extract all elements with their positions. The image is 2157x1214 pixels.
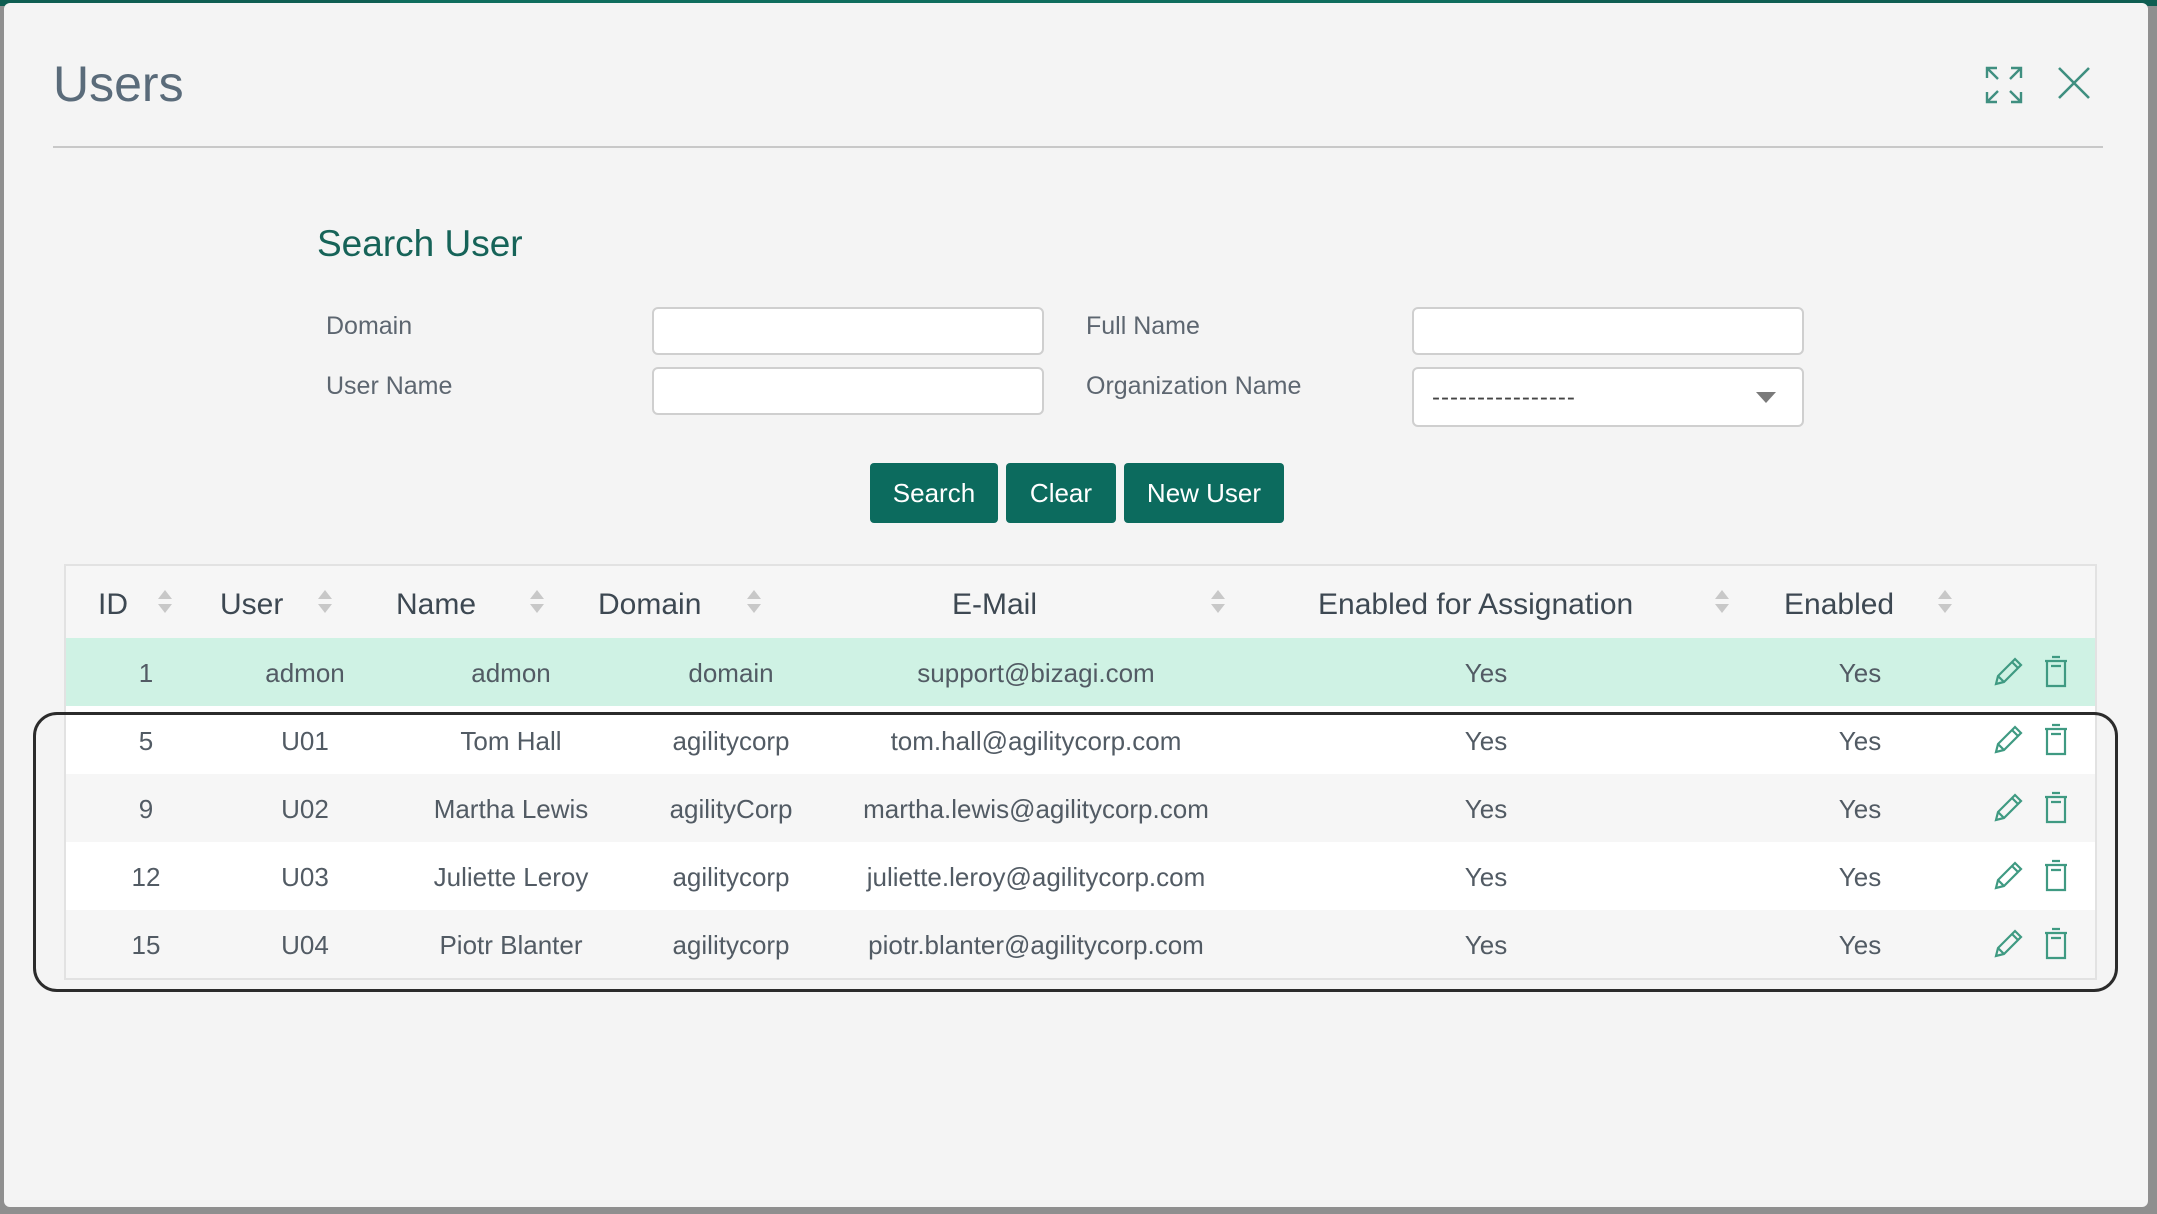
delete-trash-icon[interactable] (2038, 654, 2074, 690)
cell-name: admon (471, 658, 551, 688)
cell-id: 5 (138, 726, 154, 756)
username-label: User Name (326, 372, 453, 400)
edit-pencil-icon[interactable] (1990, 926, 2026, 962)
cell-email: piotr.blanter@agilitycorp.com (868, 930, 1204, 960)
table-row[interactable]: 15 U04 Piotr Blanter agilitycorp piotr.b… (66, 910, 2095, 978)
sort-icon[interactable] (530, 590, 544, 616)
sort-icon[interactable] (1715, 590, 1729, 616)
clear-button[interactable]: Clear (1006, 463, 1116, 523)
fullname-label: Full Name (1086, 312, 1200, 340)
cell-domain: domain (688, 658, 774, 688)
edit-pencil-icon[interactable] (1990, 858, 2026, 894)
cell-domain: agilityCorp (669, 794, 793, 824)
domain-label: Domain (326, 312, 413, 340)
cell-domain: agilitycorp (672, 930, 790, 960)
delete-trash-icon[interactable] (2038, 722, 2074, 758)
table-row[interactable]: 9 U02 Martha Lewis agilityCorp martha.le… (66, 774, 2095, 842)
sort-icon[interactable] (1211, 590, 1225, 616)
sort-icon[interactable] (158, 590, 172, 616)
cell-enabled: Yes (1838, 794, 1882, 824)
close-icon[interactable] (2056, 65, 2092, 101)
cell-user: U04 (281, 930, 329, 960)
column-header-user[interactable]: User (220, 588, 283, 622)
cell-user: admon (265, 658, 345, 688)
table-header: ID User Name Domain E-Mail Enabled for A… (66, 566, 2095, 640)
cell-id: 9 (138, 794, 154, 824)
organization-label: Organization Name (1086, 372, 1302, 400)
column-header-id[interactable]: ID (98, 588, 128, 622)
cell-email: juliette.leroy@agilitycorp.com (866, 862, 1206, 892)
cell-enabled-assignation: Yes (1464, 794, 1508, 824)
cell-name: Piotr Blanter (439, 930, 583, 960)
cell-name: Juliette Leroy (433, 862, 589, 892)
cell-user: U03 (281, 862, 329, 892)
edit-pencil-icon[interactable] (1990, 790, 2026, 826)
table-row[interactable]: 12 U03 Juliette Leroy agilitycorp juliet… (66, 842, 2095, 910)
cell-enabled-assignation: Yes (1464, 658, 1508, 688)
cell-email: martha.lewis@agilitycorp.com (863, 794, 1209, 824)
cell-email: support@bizagi.com (917, 658, 1155, 688)
new-user-button[interactable]: New User (1124, 463, 1284, 523)
edit-pencil-icon[interactable] (1990, 654, 2026, 690)
column-header-enabled-assignation[interactable]: Enabled for Assignation (1318, 588, 1633, 622)
table-row[interactable]: 5 U01 Tom Hall agilitycorp tom.hall@agil… (66, 706, 2095, 774)
cell-enabled: Yes (1838, 930, 1882, 960)
cell-email: tom.hall@agilitycorp.com (890, 726, 1182, 756)
delete-trash-icon[interactable] (2038, 790, 2074, 826)
sort-icon[interactable] (747, 590, 761, 616)
cell-user: U01 (281, 726, 329, 756)
maximize-icon[interactable] (1984, 65, 2024, 105)
username-input[interactable] (652, 367, 1044, 415)
column-header-name[interactable]: Name (396, 588, 476, 622)
search-user-heading: Search User (317, 223, 523, 264)
organization-select[interactable]: ---------------- (1412, 367, 1804, 427)
chevron-down-icon (1756, 392, 1776, 403)
cell-id: 1 (138, 658, 154, 688)
cell-enabled: Yes (1838, 726, 1882, 756)
cell-enabled: Yes (1838, 862, 1882, 892)
delete-trash-icon[interactable] (2038, 858, 2074, 894)
column-header-domain[interactable]: Domain (598, 588, 701, 622)
dialog-title: Users (53, 56, 184, 112)
cell-enabled: Yes (1838, 658, 1882, 688)
cell-name: Tom Hall (460, 726, 562, 756)
cell-domain: agilitycorp (672, 726, 790, 756)
title-divider (53, 146, 2103, 148)
search-button[interactable]: Search (870, 463, 998, 523)
sort-icon[interactable] (1938, 590, 1952, 616)
column-header-email[interactable]: E-Mail (952, 588, 1037, 622)
users-table: ID User Name Domain E-Mail Enabled for A… (64, 564, 2097, 980)
cell-user: U02 (281, 794, 329, 824)
delete-trash-icon[interactable] (2038, 926, 2074, 962)
cell-id: 15 (131, 930, 161, 960)
users-dialog: Users Search User Domain User Name Full … (4, 3, 2148, 1207)
edit-pencil-icon[interactable] (1990, 722, 2026, 758)
sort-icon[interactable] (318, 590, 332, 616)
cell-enabled-assignation: Yes (1464, 862, 1508, 892)
domain-input[interactable] (652, 307, 1044, 355)
table-row[interactable]: 1 admon admon domain support@bizagi.com … (66, 638, 2095, 706)
organization-selected-value: ---------------- (1432, 384, 1576, 411)
cell-id: 12 (131, 862, 161, 892)
cell-domain: agilitycorp (672, 862, 790, 892)
column-header-enabled[interactable]: Enabled (1784, 588, 1894, 622)
cell-enabled-assignation: Yes (1464, 930, 1508, 960)
cell-enabled-assignation: Yes (1464, 726, 1508, 756)
cell-name: Martha Lewis (433, 794, 589, 824)
fullname-input[interactable] (1412, 307, 1804, 355)
